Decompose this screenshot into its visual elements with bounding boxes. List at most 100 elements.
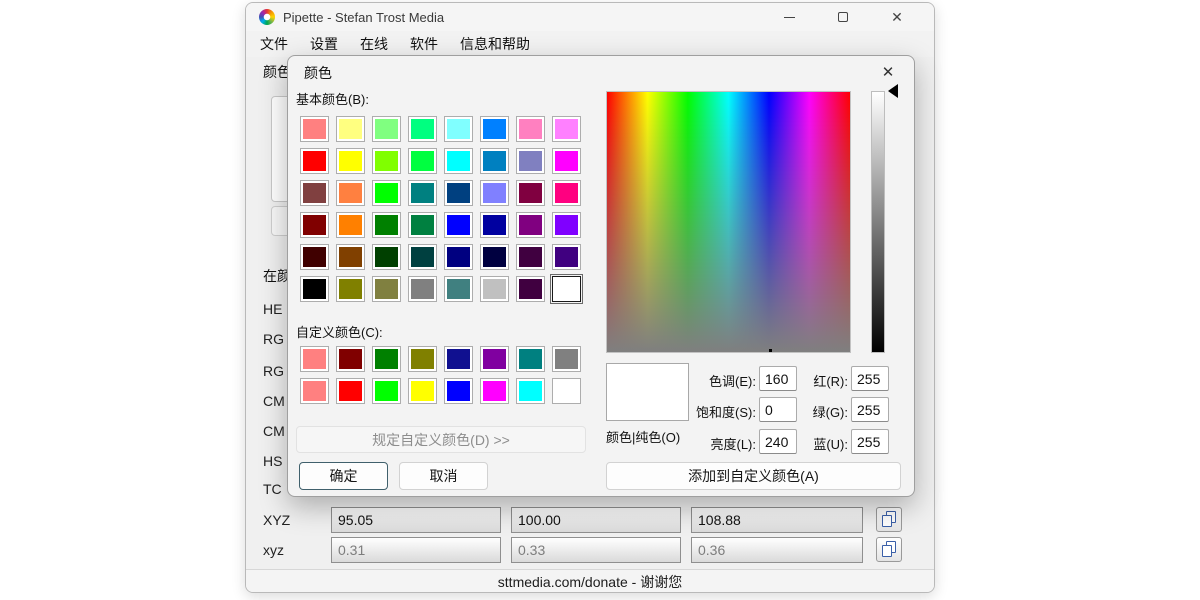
basic-color-swatch[interactable] <box>300 180 329 206</box>
basic-color-swatch[interactable] <box>336 148 365 174</box>
basic-color-swatch[interactable] <box>480 148 509 174</box>
xyz-norm-z-input[interactable] <box>692 542 879 558</box>
basic-color-swatch[interactable] <box>300 148 329 174</box>
custom-color-swatch[interactable] <box>336 378 365 404</box>
xyz-z-input[interactable] <box>692 512 879 528</box>
basic-color-swatch[interactable] <box>444 244 473 270</box>
basic-color-swatch[interactable] <box>552 244 581 270</box>
custom-color-swatch[interactable] <box>408 378 437 404</box>
menu-online[interactable]: 在线 <box>352 31 396 57</box>
basic-color-swatch[interactable] <box>336 244 365 270</box>
ok-button[interactable]: 确定 <box>299 462 388 490</box>
red-input[interactable] <box>852 367 888 390</box>
swatch-fill <box>483 381 506 401</box>
basic-color-swatch[interactable] <box>444 148 473 174</box>
custom-color-swatch[interactable] <box>408 346 437 372</box>
basic-color-swatch[interactable] <box>372 276 401 302</box>
basic-color-swatch[interactable] <box>480 116 509 142</box>
maximize-button[interactable] <box>826 3 860 31</box>
custom-color-swatch[interactable] <box>516 346 545 372</box>
green-input[interactable] <box>852 398 888 421</box>
basic-color-swatch[interactable] <box>552 212 581 238</box>
basic-color-swatch[interactable] <box>336 116 365 142</box>
copy-xyz-button[interactable] <box>876 507 902 532</box>
basic-color-swatch[interactable] <box>552 180 581 206</box>
swatch-fill <box>339 381 362 401</box>
basic-color-swatch[interactable] <box>372 180 401 206</box>
copy-icon <box>882 545 892 557</box>
custom-color-swatch[interactable] <box>300 346 329 372</box>
menu-settings[interactable]: 设置 <box>302 31 346 57</box>
basic-color-swatch[interactable] <box>372 116 401 142</box>
close-button[interactable]: ✕ <box>880 3 914 31</box>
luminance-slider[interactable] <box>871 91 885 353</box>
basic-color-swatch[interactable] <box>372 212 401 238</box>
basic-color-swatch[interactable] <box>372 244 401 270</box>
basic-color-swatch[interactable] <box>444 276 473 302</box>
basic-color-swatch[interactable] <box>480 244 509 270</box>
minimize-button[interactable] <box>772 3 806 31</box>
basic-color-swatch[interactable] <box>408 180 437 206</box>
hue-saturation-field[interactable] <box>606 91 851 353</box>
menu-help[interactable]: 信息和帮助 <box>452 31 538 57</box>
basic-color-swatch[interactable] <box>552 116 581 142</box>
custom-color-swatch[interactable] <box>480 378 509 404</box>
custom-color-swatch[interactable] <box>444 378 473 404</box>
basic-color-swatch[interactable] <box>444 116 473 142</box>
dialog-close-button[interactable]: ✕ <box>876 60 900 84</box>
custom-color-swatch[interactable] <box>372 346 401 372</box>
define-custom-colors-button[interactable]: 规定自定义颜色(D) >> <box>296 426 586 453</box>
xyz-y-input[interactable] <box>512 512 699 528</box>
custom-color-swatch[interactable] <box>336 346 365 372</box>
custom-color-swatch[interactable] <box>372 378 401 404</box>
swatch-fill <box>303 119 326 139</box>
basic-color-swatch[interactable] <box>300 244 329 270</box>
xyz-x-input[interactable] <box>332 512 519 528</box>
swatch-fill <box>339 279 362 299</box>
basic-color-swatch[interactable] <box>336 212 365 238</box>
swatch-fill <box>411 279 434 299</box>
custom-color-swatch[interactable] <box>552 378 581 404</box>
basic-color-swatch[interactable] <box>408 116 437 142</box>
custom-color-swatch[interactable] <box>300 378 329 404</box>
add-to-custom-colors-button[interactable]: 添加到自定义颜色(A) <box>606 462 901 490</box>
basic-color-swatch[interactable] <box>516 116 545 142</box>
swatch-fill <box>303 349 326 369</box>
basic-color-swatch[interactable] <box>336 180 365 206</box>
basic-color-swatch[interactable] <box>300 276 329 302</box>
basic-color-swatch[interactable] <box>552 276 581 302</box>
basic-color-swatch[interactable] <box>300 116 329 142</box>
xyz-norm-y-input[interactable] <box>512 542 699 558</box>
basic-color-swatch[interactable] <box>516 212 545 238</box>
basic-color-swatch[interactable] <box>408 148 437 174</box>
basic-color-swatch[interactable] <box>372 148 401 174</box>
basic-color-swatch[interactable] <box>480 276 509 302</box>
custom-color-swatch[interactable] <box>516 378 545 404</box>
basic-color-swatch[interactable] <box>516 180 545 206</box>
menu-file[interactable]: 文件 <box>252 31 296 57</box>
luminance-slider-arrow-icon[interactable] <box>888 84 898 98</box>
basic-color-swatch[interactable] <box>480 180 509 206</box>
cancel-button[interactable]: 取消 <box>399 462 488 490</box>
xyz-norm-x-input[interactable] <box>332 542 519 558</box>
swatch-fill <box>519 215 542 235</box>
custom-color-swatch[interactable] <box>480 346 509 372</box>
basic-color-swatch[interactable] <box>408 212 437 238</box>
basic-color-swatch[interactable] <box>516 244 545 270</box>
basic-color-swatch[interactable] <box>444 180 473 206</box>
custom-color-swatch[interactable] <box>444 346 473 372</box>
basic-color-swatch[interactable] <box>516 276 545 302</box>
basic-color-swatch[interactable] <box>552 148 581 174</box>
basic-color-swatch[interactable] <box>408 244 437 270</box>
basic-color-swatch[interactable] <box>444 212 473 238</box>
basic-color-swatch[interactable] <box>300 212 329 238</box>
custom-color-swatch[interactable] <box>552 346 581 372</box>
basic-color-swatch[interactable] <box>408 276 437 302</box>
blue-input[interactable] <box>852 430 888 453</box>
menu-software[interactable]: 软件 <box>402 31 446 57</box>
copy-xyz-norm-button[interactable] <box>876 537 902 562</box>
donate-link[interactable]: sttmedia.com/donate - 谢谢您 <box>498 572 682 592</box>
basic-color-swatch[interactable] <box>516 148 545 174</box>
basic-color-swatch[interactable] <box>480 212 509 238</box>
basic-color-swatch[interactable] <box>336 276 365 302</box>
